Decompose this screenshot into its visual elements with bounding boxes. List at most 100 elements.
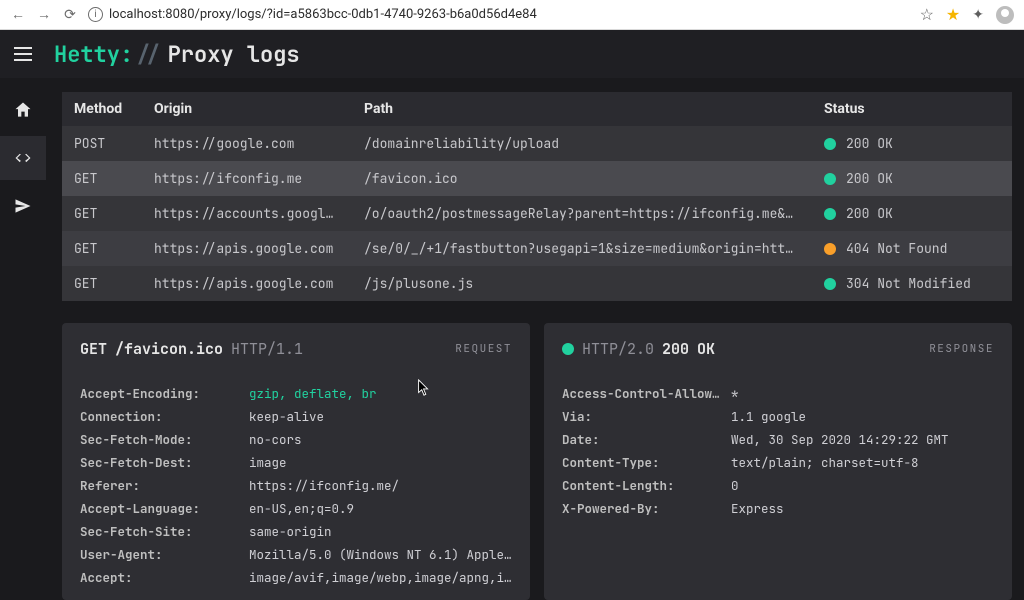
header-row: User-Agent:Mozilla/5.0 (Windows NT 6.1) …	[80, 546, 512, 563]
status-text: 200 OK	[846, 205, 893, 222]
content-area: Method Origin Path Status POSThttps://go…	[46, 78, 1024, 600]
status-text: 304 Not Modified	[846, 275, 971, 292]
page-title: Hetty: // Proxy logs	[54, 40, 300, 69]
header-row: Sec-Fetch-Mode:no-cors	[80, 431, 512, 448]
header-key: User-Agent:	[80, 546, 245, 563]
browser-chrome: ← → ⟳ i localhost:8080/proxy/logs/?id=a5…	[0, 0, 1024, 30]
request-path: /favicon.ico	[115, 339, 223, 359]
cell-status: 200 OK	[812, 126, 1012, 161]
cell-method: GET	[62, 266, 142, 301]
logs-table: Method Origin Path Status POSThttps://go…	[62, 92, 1012, 301]
sidebar-proxy-icon[interactable]	[0, 136, 46, 180]
col-header-status[interactable]: Status	[812, 92, 1012, 126]
browser-reload[interactable]: ⟳	[62, 7, 78, 23]
col-header-method[interactable]: Method	[62, 92, 142, 126]
header-row: Content-Length:0	[562, 477, 994, 494]
header-row: Access-Control-Allow-Origin:*	[562, 385, 994, 402]
table-row[interactable]: GEThttps://accounts.google.com/o/oauth2/…	[62, 196, 1012, 231]
header-key: Date:	[562, 431, 727, 448]
address-bar[interactable]: i localhost:8080/proxy/logs/?id=a5863bcc…	[88, 7, 910, 22]
cell-path: /js/plusone.js	[352, 266, 812, 301]
brand-name: Hetty:	[54, 40, 133, 69]
cell-method: GET	[62, 231, 142, 266]
header-row: Via:1.1 google	[562, 408, 994, 425]
cell-origin: https://apis.google.com	[142, 266, 352, 301]
table-row[interactable]: GEThttps://apis.google.com/js/plusone.js…	[62, 266, 1012, 301]
response-status-text: OK	[697, 339, 715, 359]
app-bar: Hetty: // Proxy logs	[0, 30, 1024, 78]
response-panel: HTTP/2.0 200 OK RESPONSE Access-Control-…	[544, 323, 1012, 600]
header-value: image/avif,image/webp,image/apng,image/*…	[249, 569, 512, 586]
request-panel: GET /favicon.ico HTTP/1.1 REQUEST Accept…	[62, 323, 530, 600]
header-key: Sec-Fetch-Site:	[80, 523, 245, 540]
header-key: X-Powered-By:	[562, 500, 727, 517]
profile-avatar-icon[interactable]	[996, 6, 1014, 24]
cell-origin: https://ifconfig.me	[142, 161, 352, 196]
header-row: Sec-Fetch-Site:same-origin	[80, 523, 512, 540]
cell-method: POST	[62, 126, 142, 161]
cell-method: GET	[62, 161, 142, 196]
cell-path: /se/0/_/+1/fastbutton?usegapi=1&size=med…	[352, 231, 812, 266]
table-row[interactable]: GEThttps://ifconfig.me/favicon.ico 200 OK	[62, 161, 1012, 196]
response-status-dot	[562, 343, 574, 355]
header-key: Sec-Fetch-Mode:	[80, 431, 245, 448]
cell-path: /o/oauth2/postmessageRelay?parent=https:…	[352, 196, 812, 231]
header-value: Mozilla/5.0 (Windows NT 6.1) AppleWebKit…	[249, 546, 512, 563]
status-text: 200 OK	[846, 135, 893, 152]
sidebar-send-icon[interactable]	[0, 184, 46, 228]
cell-method: GET	[62, 196, 142, 231]
header-value: *	[731, 385, 739, 402]
header-value: keep-alive	[249, 408, 324, 425]
header-value: text/plain; charset=utf-8	[731, 454, 919, 471]
header-value: 1.1 google	[731, 408, 806, 425]
browser-back[interactable]: ←	[10, 6, 26, 23]
page-name: Proxy logs	[168, 40, 300, 69]
status-dot-icon	[824, 173, 836, 185]
header-row: Accept-Language:en-US,en;q=0.9	[80, 500, 512, 517]
bookmark-star-icon[interactable]	[920, 5, 934, 24]
header-key: Access-Control-Allow-Origin:	[562, 385, 727, 402]
table-row[interactable]: POSThttps://google.com/domainreliability…	[62, 126, 1012, 161]
address-text: localhost:8080/proxy/logs/?id=a5863bcc-0…	[109, 7, 537, 22]
header-key: Connection:	[80, 408, 245, 425]
header-value: gzip, deflate, br	[249, 385, 377, 402]
cell-origin: https://accounts.google.com	[142, 196, 352, 231]
request-method: GET	[80, 339, 107, 359]
header-key: Content-Length:	[562, 477, 727, 494]
header-row: X-Powered-By:Express	[562, 500, 994, 517]
response-status-code: 200	[662, 339, 689, 359]
header-key: Accept:	[80, 569, 245, 586]
sidebar-home-icon[interactable]	[0, 88, 46, 132]
status-text: 200 OK	[846, 170, 893, 187]
table-row[interactable]: GEThttps://apis.google.com/se/0/_/+1/fas…	[62, 231, 1012, 266]
extensions-icon[interactable]	[972, 7, 984, 23]
header-row: Referer:https://ifconfig.me/	[80, 477, 512, 494]
site-info-icon[interactable]: i	[88, 7, 103, 22]
header-value: https://ifconfig.me/	[249, 477, 399, 494]
header-value: Wed, 30 Sep 2020 14:29:22 GMT	[731, 431, 949, 448]
sidebar	[0, 78, 46, 600]
header-value: Express	[731, 500, 784, 517]
header-value: no-cors	[249, 431, 302, 448]
cell-origin: https://apis.google.com	[142, 231, 352, 266]
response-label: RESPONSE	[929, 342, 994, 356]
hamburger-menu-button[interactable]	[6, 37, 40, 71]
browser-forward[interactable]: →	[36, 6, 52, 23]
header-row: Sec-Fetch-Dest:image	[80, 454, 512, 471]
header-value: 0	[731, 477, 739, 494]
cell-status: 304 Not Modified	[812, 266, 1012, 301]
cell-path: /domainreliability/upload	[352, 126, 812, 161]
request-label: REQUEST	[455, 342, 512, 356]
status-dot-icon	[824, 243, 836, 255]
cell-path: /favicon.ico	[352, 161, 812, 196]
cell-status: 200 OK	[812, 196, 1012, 231]
favorite-star-icon[interactable]	[946, 5, 960, 24]
header-row: Content-Type:text/plain; charset=utf-8	[562, 454, 994, 471]
brand-scheme: //	[135, 40, 161, 69]
col-header-origin[interactable]: Origin	[142, 92, 352, 126]
status-dot-icon	[824, 208, 836, 220]
col-header-path[interactable]: Path	[352, 92, 812, 126]
header-value: en-US,en;q=0.9	[249, 500, 354, 517]
header-key: Referer:	[80, 477, 245, 494]
header-key: Accept-Encoding:	[80, 385, 245, 402]
